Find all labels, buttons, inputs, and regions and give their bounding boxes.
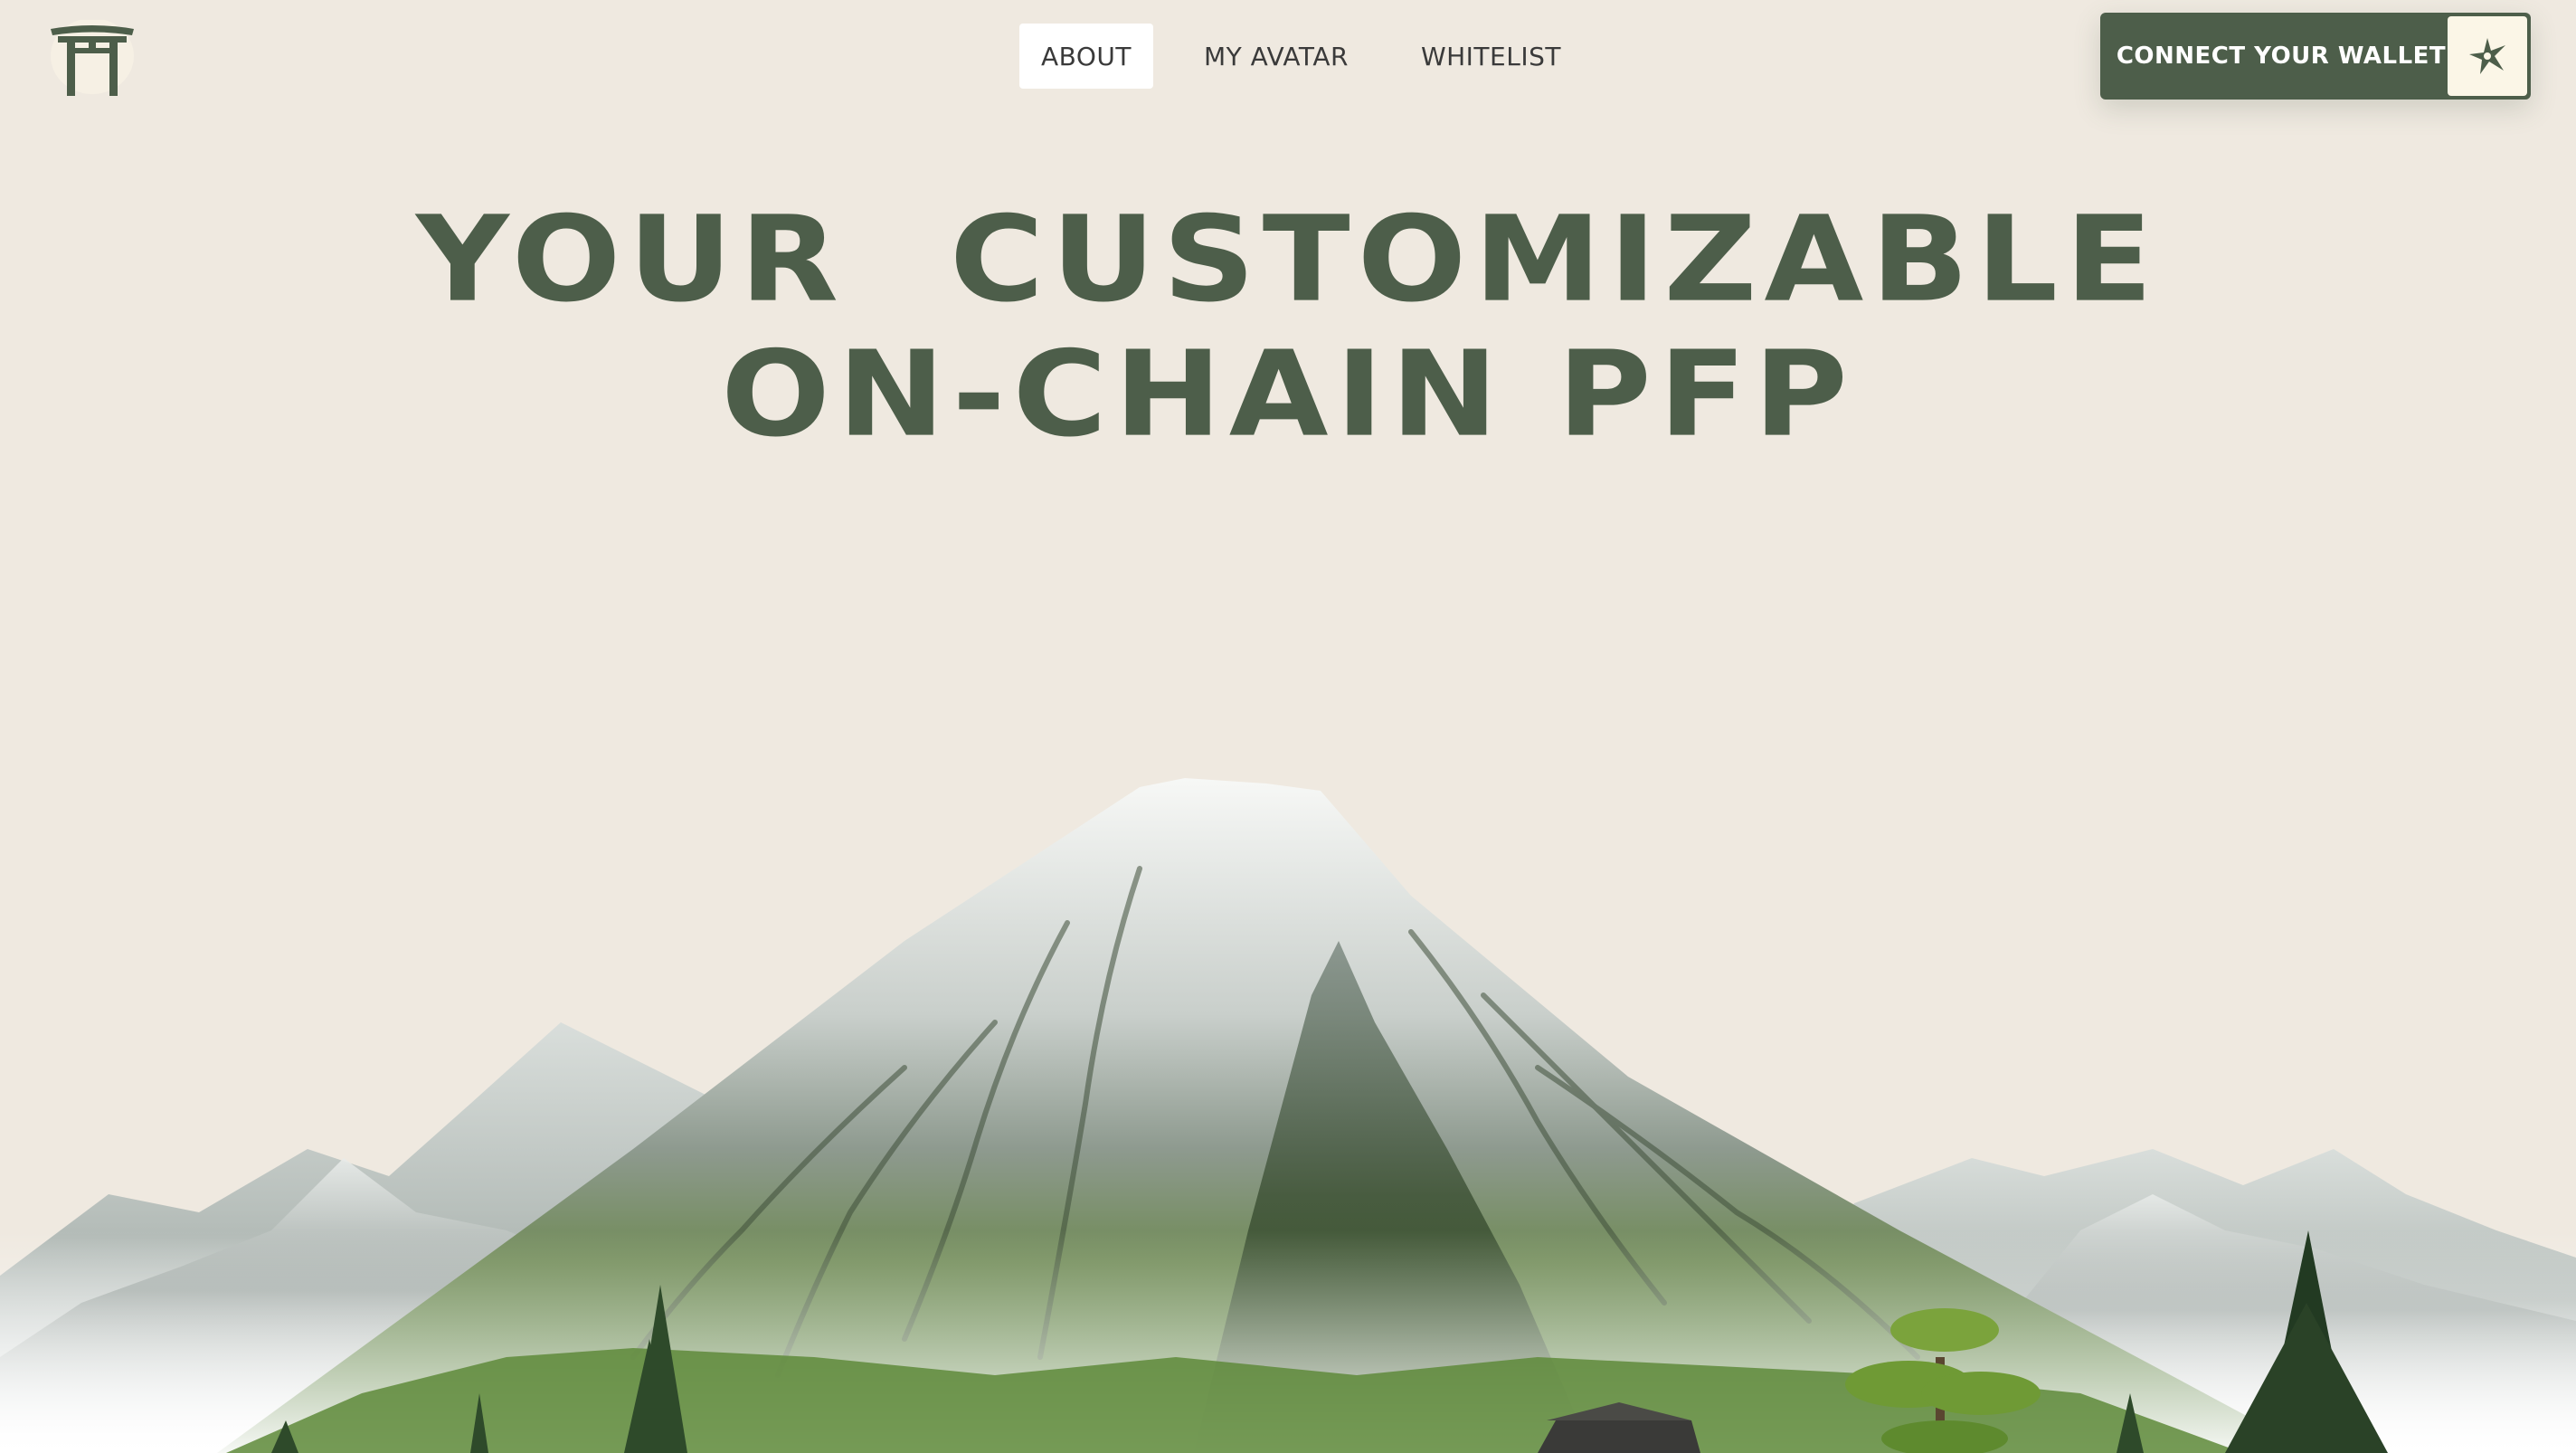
nav-my-avatar-label: MY AVATAR: [1204, 41, 1349, 71]
nav-whitelist[interactable]: WHITELIST: [1399, 24, 1583, 89]
nav-my-avatar[interactable]: MY AVATAR: [1182, 24, 1370, 89]
hero-title: YOUR CUSTOMIZABLE ON-CHAIN PFP: [0, 191, 2576, 463]
shuriken-icon: [2469, 38, 2505, 74]
hero-title-line-1: YOUR CUSTOMIZABLE: [415, 191, 2161, 328]
mount-fuji-landscape: [0, 778, 2576, 1453]
nav-about[interactable]: ABOUT: [1019, 24, 1154, 89]
hero-title-line-2: ON-CHAIN PFP: [721, 326, 1855, 463]
torii-gate-icon[interactable]: [49, 20, 136, 98]
nav-about-label: ABOUT: [1041, 41, 1132, 71]
connect-wallet-label: CONNECT YOUR WALLET: [2116, 43, 2447, 70]
shuriken-icon-box: [2448, 16, 2527, 96]
landing-page: ABOUT MY AVATAR WHITELIST CONNECT YOUR W…: [0, 0, 2576, 1453]
connect-wallet-button[interactable]: CONNECT YOUR WALLET: [2100, 13, 2531, 100]
main-nav: ABOUT MY AVATAR WHITELIST: [1019, 24, 1583, 89]
nav-whitelist-label: WHITELIST: [1420, 41, 1561, 71]
